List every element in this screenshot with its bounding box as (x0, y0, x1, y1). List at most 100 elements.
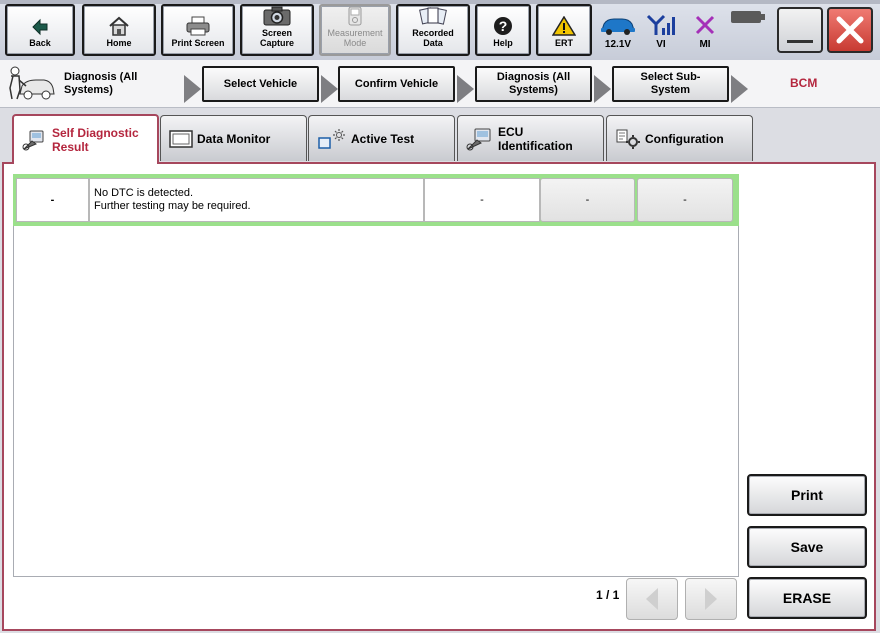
erase-button-label: ERASE (782, 590, 832, 606)
breadcrumb-arrow-icon (321, 75, 338, 103)
crumb-confirm-vehicle[interactable]: Confirm Vehicle (338, 66, 455, 102)
monitor-icon (169, 129, 193, 148)
active-test-icon (318, 128, 345, 149)
minimize-bar-icon (787, 40, 813, 43)
tab-configuration-label: Configuration (645, 131, 724, 146)
breadcrumb-arrow-icon (457, 75, 474, 103)
minimize-button[interactable] (777, 7, 823, 53)
print-screen-label: Print Screen (171, 38, 225, 48)
warning-icon (552, 16, 576, 36)
vi-label: VI (656, 39, 666, 50)
ert-button[interactable]: ERT (536, 4, 592, 56)
close-button[interactable] (827, 7, 873, 53)
tab-self-diagnostic-result[interactable]: Self Diagnostic Result (12, 114, 159, 164)
crumb-sub-system-line-2: System (650, 84, 691, 96)
recorded-data-label-1: Recorded (412, 28, 454, 38)
measurement-mode-label-1: Measurement (327, 28, 383, 38)
svg-text:?: ? (499, 18, 508, 34)
breadcrumb-arrow-icon (594, 75, 611, 103)
measurement-mode-button[interactable]: Measurement Mode (319, 4, 391, 56)
dtc-message-cell: No DTC is detected. Further testing may … (89, 178, 424, 222)
home-button[interactable]: Home (82, 4, 156, 56)
tab-active-test-label: Active Test (351, 131, 415, 146)
back-label: Back (29, 38, 51, 48)
measurement-mode-label-2: Mode (343, 38, 367, 48)
crumb-select-vehicle-label: Select Vehicle (223, 77, 298, 90)
dtc-result-list (13, 174, 739, 577)
signal-icon (646, 14, 675, 35)
system-name: BCM (790, 76, 818, 90)
breadcrumb-arrow-icon (184, 75, 201, 103)
breadcrumb-arrow-icon (731, 75, 748, 103)
dtc-status-cell: - (424, 178, 540, 222)
ert-label: ERT (555, 38, 573, 48)
back-button[interactable]: Back (5, 4, 75, 56)
help-label: Help (493, 38, 513, 48)
configuration-icon (616, 129, 640, 149)
print-button-label: Print (791, 487, 823, 503)
chevron-left-icon (646, 588, 658, 610)
tab-self-diagnostic-line-1: Self Diagnostic (52, 126, 139, 140)
tab-data-monitor-label: Data Monitor (197, 131, 271, 146)
crumb-diagnosis-line-2: Systems) (509, 84, 558, 96)
crumb-select-vehicle[interactable]: Select Vehicle (202, 66, 319, 102)
mi-label: MI (699, 39, 711, 50)
help-button[interactable]: ? Help (475, 4, 531, 56)
back-arrow-icon (32, 18, 48, 36)
recorded-data-button[interactable]: Recorded Data (396, 4, 470, 56)
current-location-line-1: Diagnosis (All (64, 71, 138, 83)
page-indicator: 1 / 1 (596, 588, 620, 602)
prev-page-button[interactable] (626, 578, 678, 620)
battery-indicator-icon (731, 11, 765, 23)
save-button-label: Save (790, 539, 824, 555)
tab-data-monitor[interactable]: Data Monitor (160, 115, 307, 161)
tab-self-diagnostic-line-2: Result (52, 140, 89, 154)
voltage-label: 12.1V (604, 39, 632, 50)
tab-ecu-identification[interactable]: ECU Identification (457, 115, 604, 161)
print-button[interactable]: Print (747, 474, 867, 516)
mi-status: MI (683, 6, 727, 54)
current-location-line-2: Systems) (64, 84, 113, 96)
erase-button[interactable]: ERASE (747, 577, 867, 619)
save-button[interactable]: Save (747, 526, 867, 568)
dtc-message-line-1: No DTC is detected. (94, 187, 194, 199)
breadcrumb: Diagnosis (All Systems) Select Vehicle C… (0, 60, 880, 108)
print-screen-button[interactable]: Print Screen (161, 4, 235, 56)
close-icon (836, 16, 864, 44)
crumb-select-sub-system[interactable]: Select Sub- System (612, 66, 729, 102)
screen-capture-button[interactable]: Screen Capture (240, 4, 314, 56)
tab-active-test[interactable]: Active Test (308, 115, 455, 161)
current-location: Diagnosis (All Systems) (64, 71, 137, 97)
table-row[interactable]: - No DTC is detected. Further testing ma… (13, 174, 739, 226)
crumb-confirm-vehicle-label: Confirm Vehicle (354, 77, 439, 90)
mechanic-car-icon (9, 66, 55, 100)
dtc-code-cell: - (16, 178, 89, 222)
home-label: Home (106, 38, 132, 48)
ecu-icon (466, 128, 491, 150)
tab-ecu-line-2: Identification (498, 138, 573, 153)
diagnostic-tool-icon (22, 130, 44, 151)
printer-icon (186, 16, 210, 36)
vi-status: VI (639, 6, 683, 54)
recorded-data-label-2: Data (423, 38, 443, 48)
camera-icon (263, 6, 291, 26)
dtc-message-line-2: Further testing may be required. (94, 200, 251, 212)
crumb-diagnosis-all-systems[interactable]: Diagnosis (All Systems) (475, 66, 592, 102)
screen-capture-label-2: Capture (259, 38, 294, 48)
car-icon (601, 18, 635, 35)
crumb-sub-system-line-1: Select Sub- (640, 71, 701, 83)
folders-icon (419, 7, 447, 25)
tab-ecu-line-1: ECU (498, 124, 524, 139)
crumb-diagnosis-line-1: Diagnosis (All (496, 71, 571, 83)
disconnected-icon (695, 15, 715, 35)
screen-capture-label-1: Screen (261, 28, 293, 38)
help-icon: ? (494, 17, 512, 35)
dtc-detail-cell[interactable]: - (540, 178, 635, 222)
home-icon (109, 16, 129, 36)
chevron-right-icon (705, 588, 717, 610)
tab-configuration[interactable]: Configuration (606, 115, 753, 161)
battery-status: 12.1V (596, 6, 640, 54)
toolbar: Back Home Print Screen Screen Capture Me… (0, 0, 880, 60)
dtc-freeze-frame-cell[interactable]: - (637, 178, 733, 222)
next-page-button[interactable] (685, 578, 737, 620)
